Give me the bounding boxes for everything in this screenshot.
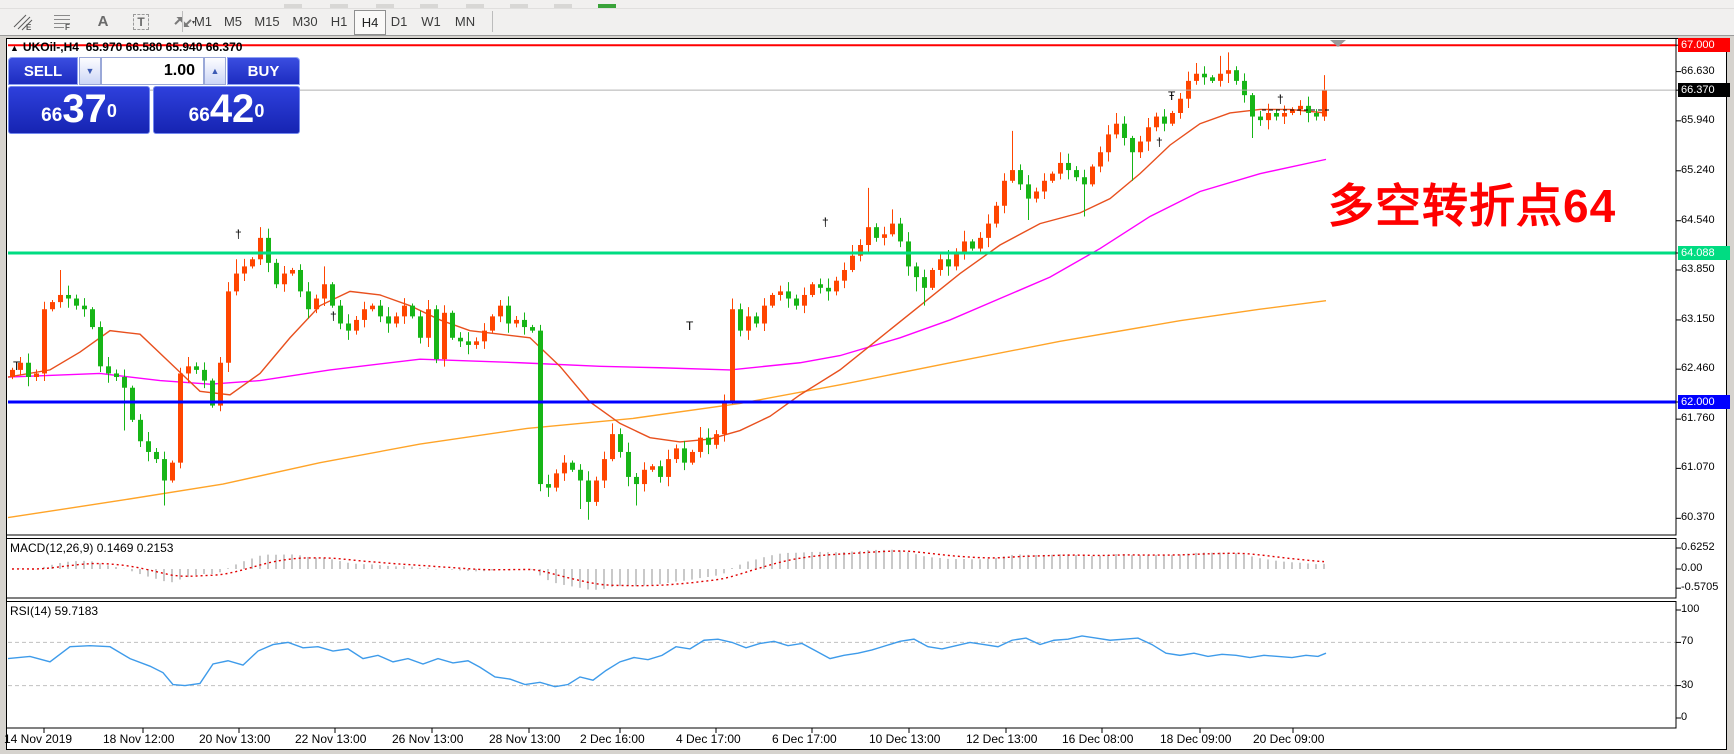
cropped-toolbar-icon [376, 4, 394, 8]
price-axis-label: 61.760 [1681, 412, 1715, 425]
ohlc-values: 65.970 66.580 65.940 66.370 [85, 40, 243, 54]
one-click-panel-toggle-icon[interactable]: ▲ [10, 43, 19, 53]
macd-axis-label: -0.5705 [1681, 581, 1719, 594]
cropped-toolbar-icon [554, 4, 572, 8]
timeframe-button-h4[interactable]: H4 [354, 10, 386, 35]
volume-increase-button[interactable]: ▲ [204, 57, 226, 85]
price-axis-label: 64.540 [1681, 213, 1715, 226]
time-axis-label: 20 Dec 09:00 [1253, 732, 1325, 746]
timeframe-button-d1[interactable]: D1 [384, 10, 414, 33]
chart-toolbar: E F A T M1 M5 M15 M30 H1 H4 D1 W1 MN [0, 9, 1734, 36]
time-axis-label: 12 Dec 13:00 [966, 732, 1038, 746]
price-axis-label: 60.370 [1681, 511, 1715, 524]
time-axis-label: 20 Nov 13:00 [199, 732, 271, 746]
price-axis-label: 63.850 [1681, 262, 1715, 275]
top-toolbar-sliver [0, 0, 1734, 9]
trading-terminal: E F A T M1 M5 M15 M30 H1 H4 D1 W1 MN T † † T † † Ŧ † ▲ UKOil… [0, 0, 1734, 754]
time-axis-label: 18 Dec 09:00 [1160, 732, 1232, 746]
price-badge-66.370: 66.370 [1678, 83, 1730, 98]
time-axis-label: 28 Nov 13:00 [489, 732, 561, 746]
price-badge-62.000: 62.000 [1678, 395, 1730, 409]
price-axis-label: 62.460 [1681, 362, 1715, 375]
cropped-toolbar-icon [284, 4, 302, 8]
cropped-toolbar-icon [420, 4, 438, 8]
symbol-timeframe: UKOil-,H4 [22, 40, 79, 54]
time-axis-label: 14 Nov 2019 [4, 732, 73, 746]
time-axis-label: 18 Nov 12:00 [103, 732, 175, 746]
timeframe-button-w1[interactable]: W1 [414, 10, 448, 33]
svg-text:E: E [26, 23, 32, 31]
time-axis-label: 2 Dec 16:00 [580, 732, 645, 746]
chart-title: ▲ UKOil-,H4 65.970 66.580 65.940 66.370 [10, 40, 242, 54]
macd-indicator-label: MACD(12,26,9) 0.1469 0.2153 [10, 541, 174, 555]
timeframe-button-m1[interactable]: M1 [188, 10, 218, 33]
timeframe-button-m5[interactable]: M5 [218, 10, 248, 33]
text-icon[interactable]: A [88, 10, 118, 33]
sell-price-main: 37 [62, 87, 107, 131]
timeframe-button-mn[interactable]: MN [448, 10, 482, 33]
buy-price-pip: 0 [254, 101, 265, 121]
cropped-toolbar-icon [510, 4, 528, 8]
one-click-trading-panel: SELL ▼ ▲ BUY 66370 66420 [8, 57, 300, 134]
price-badge-67.000: 67.000 [1678, 38, 1730, 53]
text-label-icon[interactable]: T [126, 10, 156, 33]
time-axis-label: 16 Dec 08:00 [1062, 732, 1134, 746]
timeframe-button-m15[interactable]: M15 [248, 10, 286, 33]
macd-axis-label: 0.00 [1681, 562, 1703, 574]
rsi-axis-label: 0 [1681, 711, 1688, 723]
timeframe-button-m30[interactable]: M30 [286, 10, 324, 33]
sell-button[interactable]: SELL [8, 57, 78, 85]
cropped-toolbar-icon [466, 4, 484, 8]
price-axis-label: 63.150 [1681, 312, 1715, 325]
svg-text:F: F [65, 23, 70, 31]
rsi-axis-label: 100 [1681, 603, 1700, 615]
macd-axis-label: 0.6252 [1681, 540, 1715, 553]
sell-price-tile[interactable]: 66 37 0 [8, 86, 150, 134]
chart-annotation-text: 多空转折点64 [1328, 180, 1617, 232]
volume-decrease-button[interactable]: ▼ [79, 57, 101, 85]
buy-price-tile[interactable]: 66 42 0 [153, 86, 300, 134]
price-badge-64.088: 64.088 [1678, 246, 1730, 260]
rsi-axis-label: 30 [1681, 678, 1694, 691]
time-axis-label: 6 Dec 17:00 [772, 732, 837, 746]
time-axis-label: 22 Nov 13:00 [295, 732, 367, 746]
time-axis-label: 4 Dec 17:00 [676, 732, 741, 746]
buy-price-main: 42 [209, 87, 255, 131]
time-axis-label: 10 Dec 13:00 [869, 732, 941, 746]
rsi-axis-label: 70 [1681, 635, 1694, 648]
chart-window [6, 38, 1727, 750]
toolbar-separator [492, 11, 493, 32]
cropped-toolbar-icon [330, 4, 348, 8]
toolbar-separator [182, 11, 183, 32]
cropped-toolbar-icon [598, 4, 616, 8]
sell-price-pip: 0 [106, 101, 117, 121]
time-axis-label: 26 Nov 13:00 [392, 732, 464, 746]
buy-button[interactable]: BUY [227, 57, 300, 85]
buy-price-whole: 66 [188, 105, 210, 126]
volume-input[interactable] [101, 57, 204, 85]
equidistant-channel-icon[interactable]: E [8, 10, 38, 33]
price-axis-label: 66.630 [1681, 64, 1715, 77]
rsi-indicator-label: RSI(14) 59.7183 [10, 604, 99, 618]
sell-price-whole: 66 [41, 105, 63, 126]
fibonacci-icon[interactable]: F [48, 10, 78, 33]
price-axis-label: 65.940 [1681, 113, 1715, 126]
price-axis-label: 61.070 [1681, 461, 1715, 474]
price-axis-label: 65.240 [1681, 163, 1715, 176]
timeframe-button-h1[interactable]: H1 [324, 10, 354, 33]
